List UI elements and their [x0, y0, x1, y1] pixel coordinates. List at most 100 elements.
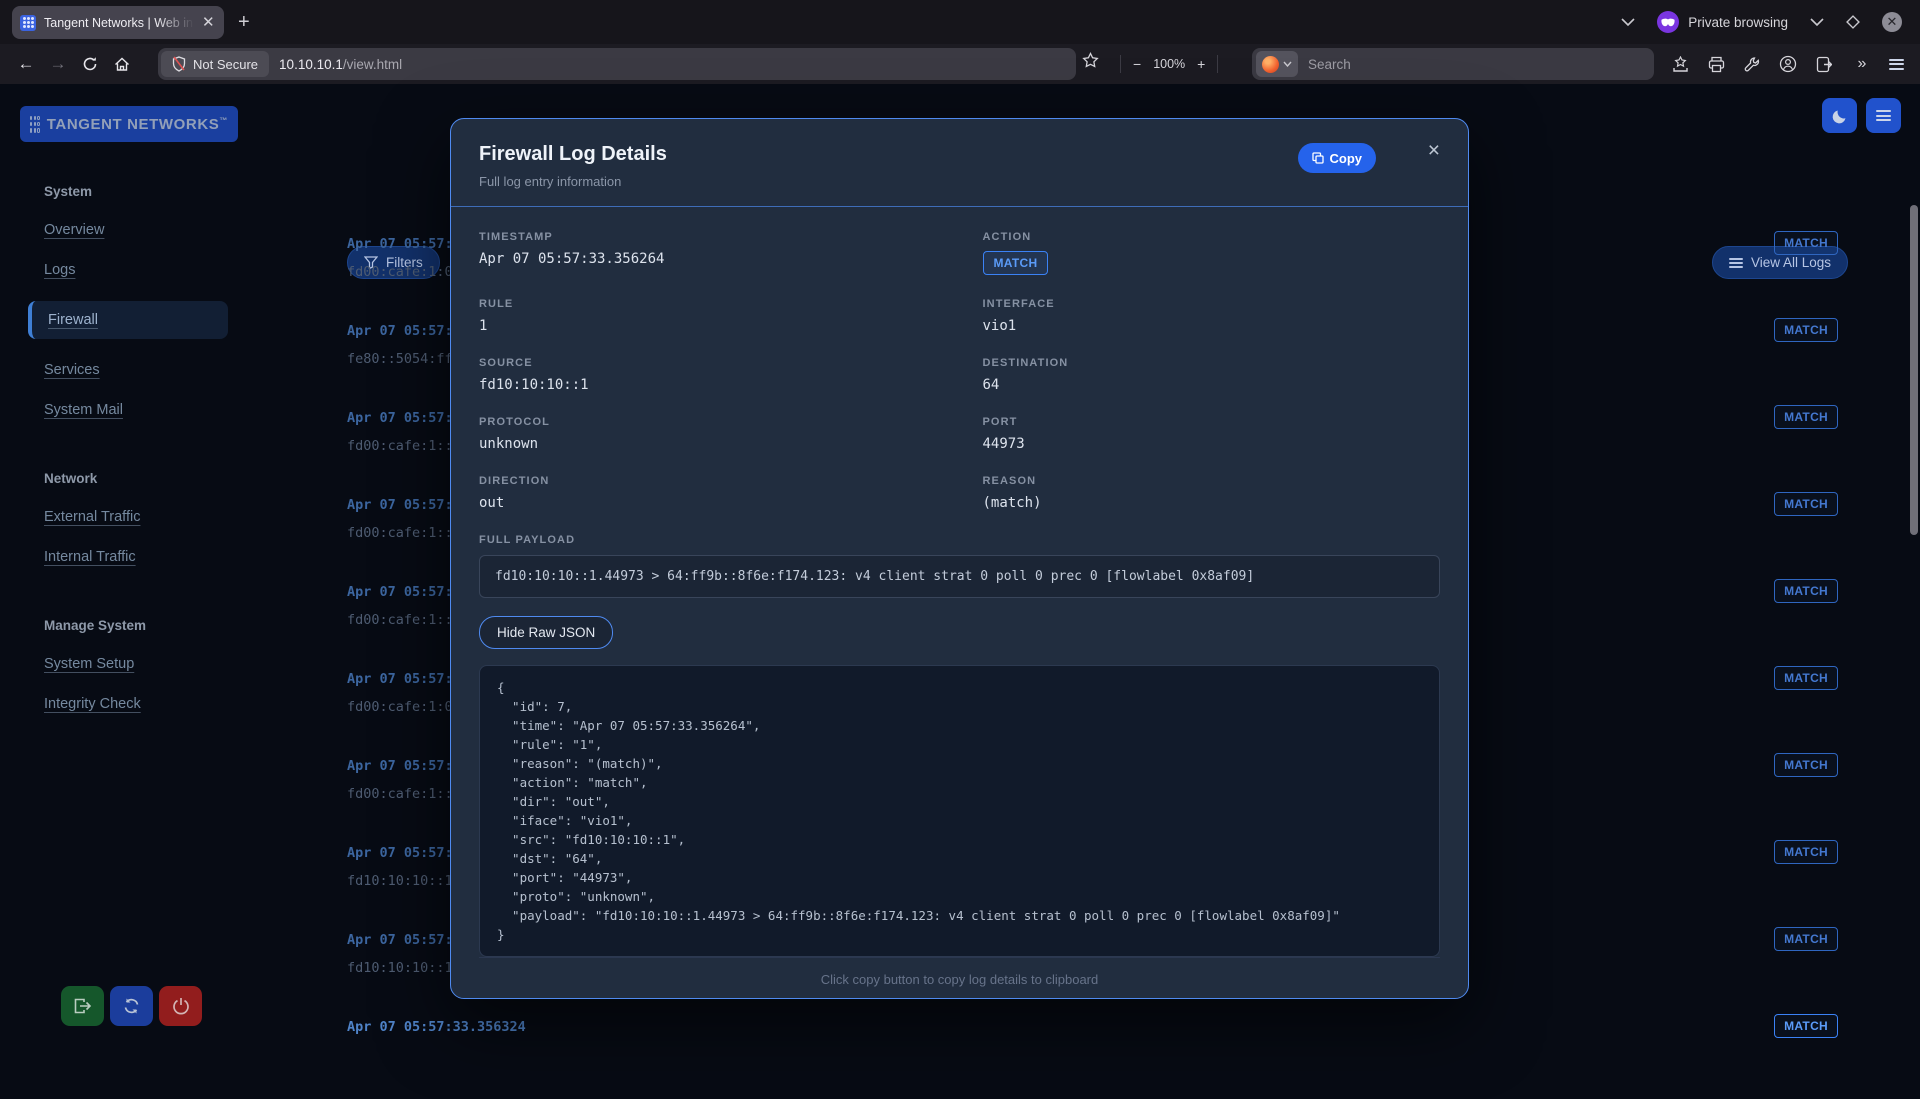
field-label: TIMESTAMP [479, 231, 937, 243]
field-label: ACTION [983, 231, 1441, 243]
sidebar-nav: System Overview Logs Firewall Services Syste… [0, 144, 260, 713]
url-text: 10.10.10.1/view.html [279, 57, 402, 72]
sidebar-item[interactable]: Logs [44, 261, 260, 279]
search-bar[interactable]: Search [1252, 48, 1654, 80]
log-field: DIRECTION out [479, 475, 937, 511]
account-icon[interactable] [1772, 48, 1804, 80]
sidebar-item[interactable]: Integrity Check [44, 695, 260, 713]
site-favicon-icon [20, 15, 36, 31]
zoom-in-button[interactable]: + [1197, 56, 1205, 72]
field-label: PORT [983, 416, 1441, 428]
page-scrollbar[interactable] [1910, 205, 1918, 535]
log-timestamp: Apr 07 05:57:33.356324 [347, 1019, 1838, 1035]
power-button[interactable] [159, 986, 202, 1026]
match-badge: MATCH [1774, 231, 1838, 255]
window-maximize-icon[interactable] [1846, 15, 1860, 29]
wrench-icon[interactable] [1736, 48, 1768, 80]
sidebar-item[interactable]: Firewall [28, 301, 228, 339]
window-minimize-icon[interactable] [1810, 18, 1824, 27]
field-value: 64 [983, 377, 1441, 393]
field-grid: TIMESTAMP Apr 07 05:57:33.356264 ACTION … [479, 231, 1440, 511]
extensions-icon[interactable] [1808, 48, 1840, 80]
private-browsing-badge: Private browsing [1657, 11, 1788, 33]
zoom-out-button[interactable]: − [1133, 56, 1141, 72]
app-menu-icon[interactable] [1880, 48, 1912, 80]
logout-button[interactable] [61, 986, 104, 1026]
home-icon[interactable] [106, 49, 138, 79]
log-field: PROTOCOL unknown [479, 416, 937, 452]
field-value: out [479, 495, 937, 511]
sidebar-item[interactable]: Services [44, 361, 260, 379]
field-value: MATCH [983, 251, 1049, 275]
back-icon[interactable]: ← [10, 49, 42, 79]
save-bookmark-icon[interactable] [1664, 48, 1696, 80]
tangent-networks-logo: TANGENT NETWORKS™ [20, 106, 238, 142]
shield-slash-icon [172, 56, 186, 72]
forward-icon[interactable]: → [42, 49, 74, 79]
nav-heading-system: System [44, 184, 260, 199]
log-field: ACTION MATCH [983, 231, 1441, 275]
browser-toolbar: ← → Not Secure 10.10.10.1/view.html − 10… [0, 44, 1920, 84]
field-label: INTERFACE [983, 298, 1441, 310]
field-value: 44973 [983, 436, 1441, 452]
window-close-icon[interactable]: ✕ [1882, 12, 1902, 32]
bookmark-star-icon[interactable] [1082, 52, 1099, 69]
firewall-log-details-modal: Firewall Log Details Full log entry info… [450, 118, 1469, 999]
modal-body: TIMESTAMP Apr 07 05:57:33.356264 ACTION … [451, 207, 1468, 1001]
match-badge: MATCH [1774, 666, 1838, 690]
field-value: fd10:10:10::1 [479, 377, 937, 393]
raw-json-block: { "id": 7, "time": "Apr 07 05:57:33.3562… [479, 665, 1440, 957]
hamburger-icon [1876, 110, 1891, 121]
printer-icon[interactable] [1700, 48, 1732, 80]
field-value: unknown [479, 436, 937, 452]
browser-titlebar: Tangent Networks | Web in ✕ + Private br… [0, 0, 1920, 44]
hide-raw-json-button[interactable]: Hide Raw JSON [479, 616, 613, 649]
browser-tab[interactable]: Tangent Networks | Web in ✕ [12, 6, 224, 39]
payload-value: fd10:10:10::1.44973 > 64:ff9b::8f6e:f174… [479, 555, 1440, 598]
copy-button[interactable]: Copy [1298, 143, 1377, 173]
search-placeholder: Search [1308, 57, 1351, 72]
match-badge: MATCH [1774, 579, 1838, 603]
not-secure-badge[interactable]: Not Secure [161, 51, 269, 77]
field-value: (match) [983, 495, 1441, 511]
field-value: Apr 07 05:57:33.356264 [479, 251, 937, 267]
tab-list-chevron-icon[interactable] [1621, 18, 1635, 27]
url-bar[interactable]: Not Secure 10.10.10.1/view.html [158, 48, 1076, 80]
page-menu-button[interactable] [1866, 98, 1901, 133]
more-tools-icon[interactable]: » [1846, 48, 1878, 80]
sidebar-item[interactable]: External Traffic [44, 508, 260, 526]
modal-close-icon[interactable]: × [1428, 140, 1440, 161]
logo-text: TANGENT NETWORKS™ [47, 116, 228, 133]
tab-close-icon[interactable]: ✕ [202, 15, 215, 30]
logo-grid-icon [30, 116, 40, 133]
field-value: vio1 [983, 318, 1441, 334]
log-row[interactable]: Apr 07 05:57:33.356324 MATCH [347, 1019, 1838, 1099]
log-field: PORT 44973 [983, 416, 1441, 452]
reload-icon[interactable] [74, 49, 106, 79]
field-label: REASON [983, 475, 1441, 487]
private-mask-icon [1657, 11, 1679, 33]
sidebar-item[interactable]: System Mail [44, 401, 260, 419]
refresh-button[interactable] [110, 986, 153, 1026]
sidebar-item[interactable]: Internal Traffic [44, 548, 260, 566]
match-badge: MATCH [1774, 1014, 1838, 1038]
modal-header: Firewall Log Details Full log entry info… [451, 119, 1468, 207]
sidebar-item[interactable]: Overview [44, 221, 260, 239]
log-field: RULE 1 [479, 298, 937, 334]
match-badge: MATCH [1774, 927, 1838, 951]
new-tab-button[interactable]: + [238, 10, 250, 34]
nav-list-network: External Traffic Internal Traffic [0, 508, 260, 566]
field-label: DESTINATION [983, 357, 1441, 369]
modal-footer-hint: Click copy button to copy log details to… [479, 957, 1440, 1001]
nav-heading-network: Network [44, 471, 260, 486]
search-engine-chip[interactable] [1256, 51, 1298, 77]
zoom-level[interactable]: 100% [1153, 57, 1185, 71]
modal-subtitle: Full log entry information [479, 174, 1440, 189]
modal-title: Firewall Log Details [479, 143, 1440, 166]
nav-list-manage: System Setup Integrity Check [0, 655, 260, 713]
field-value: 1 [479, 318, 937, 334]
field-label: PROTOCOL [479, 416, 937, 428]
search-engine-icon [1262, 56, 1279, 73]
sidebar-item[interactable]: System Setup [44, 655, 260, 673]
field-label: DIRECTION [479, 475, 937, 487]
